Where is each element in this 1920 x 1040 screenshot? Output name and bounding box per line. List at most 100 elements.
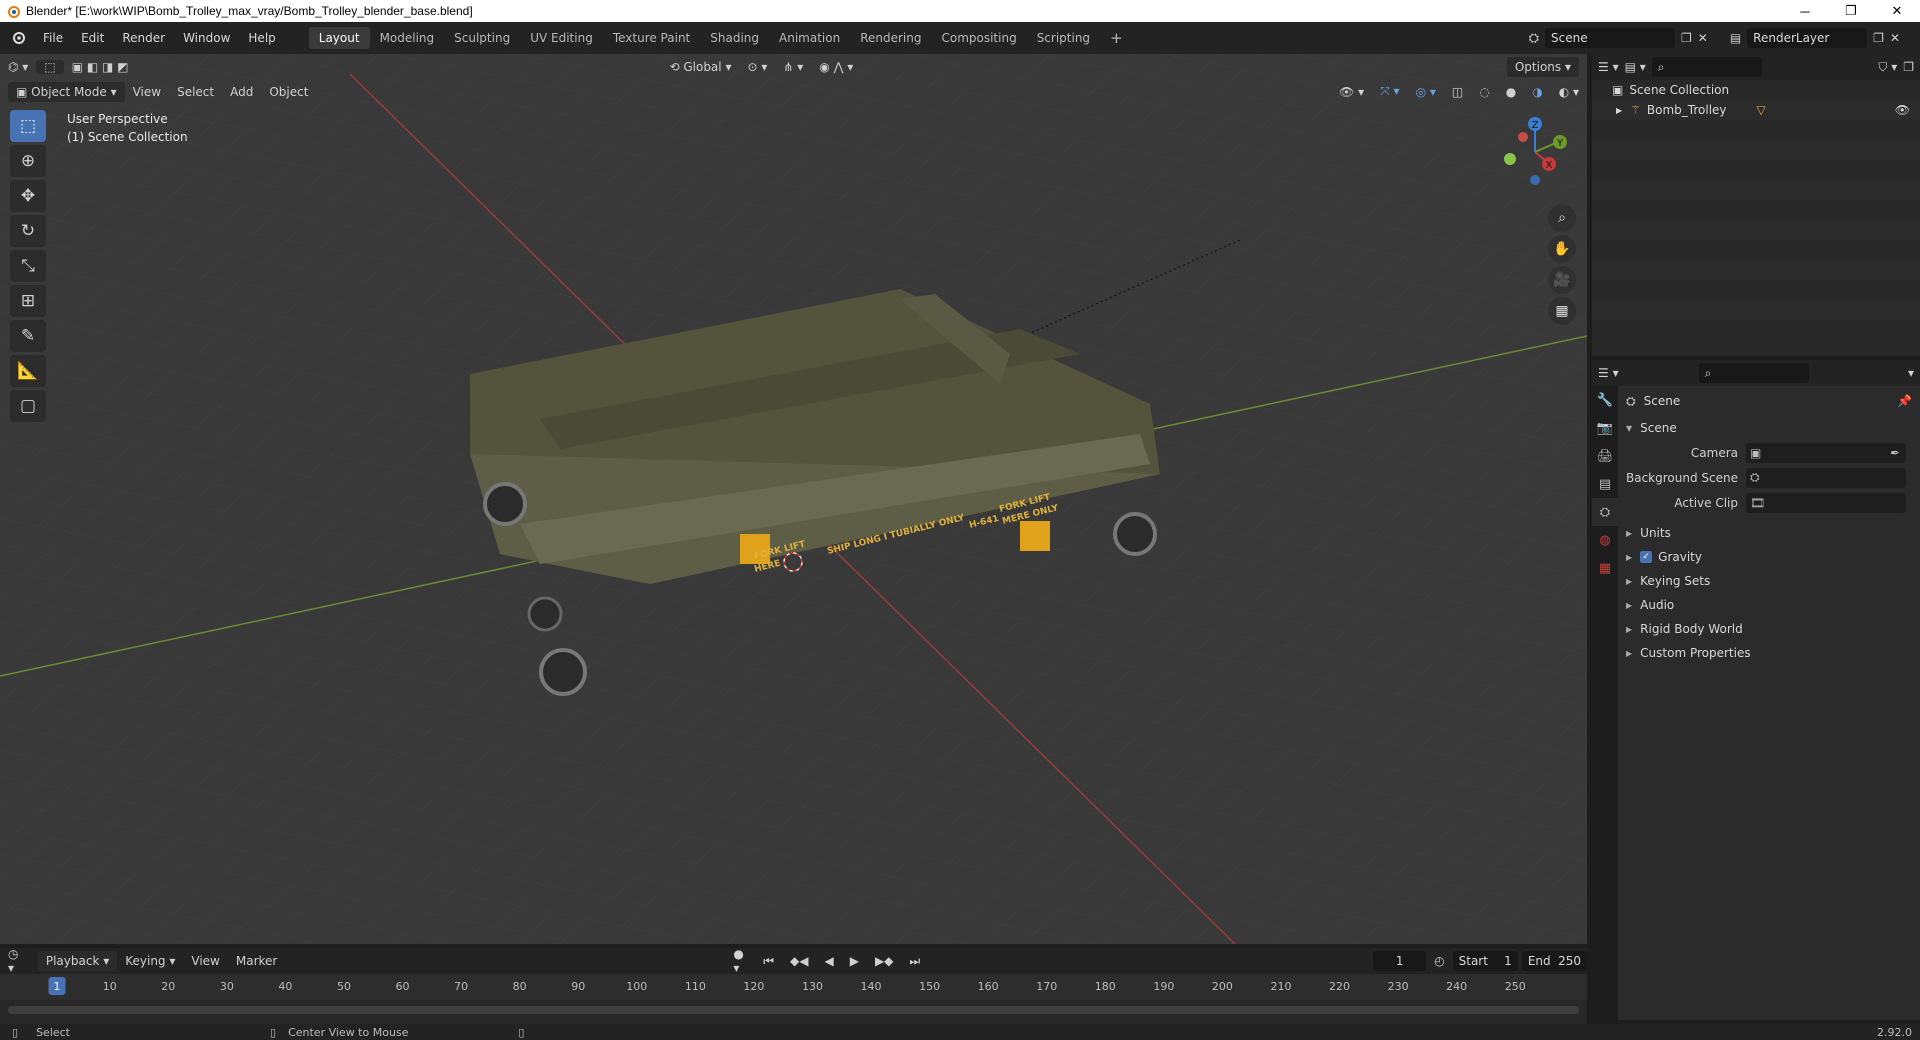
transform-tool-icon[interactable]: ⊞ bbox=[10, 285, 46, 317]
render-tab-icon[interactable]: 📷 bbox=[1592, 414, 1618, 442]
pivot-icon[interactable]: ⊙ ▾ bbox=[739, 60, 775, 74]
preview-range-icon[interactable]: ◴ bbox=[1426, 954, 1452, 968]
menu-help[interactable]: Help bbox=[239, 31, 284, 45]
world-tab-icon[interactable]: ◍ bbox=[1592, 526, 1618, 554]
new-collection-icon[interactable]: ❐ bbox=[1903, 60, 1914, 74]
tab-sculpting[interactable]: Sculpting bbox=[444, 27, 520, 49]
menu-render[interactable]: Render bbox=[113, 31, 174, 45]
timeline-ruler[interactable]: 1 10 20 30 40 50 60 70 80 90 100 110 120 130 140 150 160… bbox=[0, 974, 1587, 1000]
play-icon[interactable]: ▶ bbox=[842, 954, 867, 968]
transform-orientation-dropdown[interactable]: ⟲ Global ▾ bbox=[661, 60, 739, 74]
add-cube-tool-icon[interactable]: ▢ bbox=[10, 390, 46, 422]
filter-icon[interactable]: ⛉ ▾ bbox=[1878, 60, 1897, 75]
timeline-view-menu[interactable]: View bbox=[183, 954, 227, 968]
playback-menu[interactable]: Playback ▾ bbox=[37, 951, 118, 971]
rigid-body-world-panel-header[interactable]: ▶ Rigid Body World bbox=[1618, 617, 1920, 641]
visibility-eye-icon[interactable]: 👁 bbox=[1895, 103, 1910, 117]
move-tool-icon[interactable]: ✥ bbox=[10, 180, 46, 212]
timeline-editor-icon[interactable]: ◷ ▾ bbox=[0, 947, 30, 975]
xray-icon[interactable]: ◫ bbox=[1444, 85, 1471, 99]
prev-keyframe-icon[interactable]: ◆◀ bbox=[782, 954, 816, 968]
shading-solid-icon[interactable]: ● bbox=[1498, 85, 1524, 99]
renderlayer-selector[interactable]: RenderLayer bbox=[1747, 28, 1868, 48]
editor-type-icon[interactable]: ⌬ ▾ bbox=[0, 60, 36, 74]
tab-modeling[interactable]: Modeling bbox=[370, 27, 445, 49]
add-workspace-button[interactable]: + bbox=[1100, 25, 1133, 51]
selection-mode-icons[interactable]: ▣ ◧ ◨ ◩ bbox=[64, 60, 137, 74]
menu-add[interactable]: Add bbox=[222, 85, 261, 99]
tab-shading[interactable]: Shading bbox=[700, 27, 769, 49]
outliner-editor-icon[interactable]: ☰ ▾ bbox=[1598, 60, 1619, 74]
tab-compositing[interactable]: Compositing bbox=[931, 27, 1026, 49]
navigation-gizmo[interactable]: Z Y X bbox=[1495, 112, 1575, 192]
options-dropdown[interactable]: Options ▾ bbox=[1506, 56, 1579, 77]
keying-menu[interactable]: Keying ▾ bbox=[117, 954, 183, 968]
tool-tab-icon[interactable]: 🔧 bbox=[1592, 386, 1618, 414]
tab-scripting[interactable]: Scripting bbox=[1027, 27, 1100, 49]
blender-menu-icon[interactable] bbox=[0, 29, 34, 48]
properties-options-icon[interactable]: ▾ bbox=[1908, 366, 1914, 380]
view-layer-icon[interactable]: ▤ bbox=[1730, 31, 1741, 45]
object-mode-dropdown[interactable]: ▣ Object Mode ▾ bbox=[8, 81, 125, 102]
play-reverse-icon[interactable]: ◀ bbox=[816, 954, 841, 968]
background-scene-input[interactable]: ⛭ bbox=[1746, 467, 1906, 488]
new-scene-icon[interactable]: ❐ bbox=[1681, 31, 1692, 45]
snap-icon[interactable]: ⋔ ▾ bbox=[775, 60, 811, 74]
outliner-search-input[interactable]: ⌕ bbox=[1651, 57, 1762, 77]
marker-menu[interactable]: Marker bbox=[228, 954, 285, 968]
zoom-icon[interactable]: ⌕ bbox=[1548, 204, 1576, 232]
start-frame-input[interactable]: Start 1 bbox=[1452, 951, 1518, 971]
timeline-scrollbar[interactable] bbox=[8, 1006, 1579, 1014]
display-mode-icon[interactable]: ▤ ▾ bbox=[1625, 60, 1646, 74]
output-tab-icon[interactable]: 🖨 bbox=[1592, 442, 1618, 470]
menu-select[interactable]: Select bbox=[169, 85, 222, 99]
tab-rendering[interactable]: Rendering bbox=[850, 27, 931, 49]
menu-object[interactable]: Object bbox=[261, 85, 316, 99]
units-panel-header[interactable]: ▶ Units bbox=[1618, 521, 1920, 545]
tab-texture-paint[interactable]: Texture Paint bbox=[603, 27, 700, 49]
menu-file[interactable]: File bbox=[34, 31, 72, 45]
scene-panel-header[interactable]: ▼ Scene bbox=[1618, 416, 1920, 440]
properties-search-input[interactable]: ⌕ bbox=[1698, 363, 1809, 383]
delete-layer-icon[interactable]: ✕ bbox=[1890, 31, 1900, 45]
visibility-icon[interactable]: 👁 ▾ bbox=[1331, 85, 1372, 99]
outliner-item-bomb-trolley[interactable]: ▶ ⚚ Bomb_Trolley ▽ 👁 bbox=[1592, 100, 1920, 120]
menu-view[interactable]: View bbox=[125, 85, 169, 99]
jump-end-icon[interactable]: ⏭ bbox=[901, 954, 928, 969]
new-layer-icon[interactable]: ❐ bbox=[1873, 31, 1884, 45]
gravity-checkbox[interactable]: ✓ bbox=[1640, 551, 1653, 563]
tab-animation[interactable]: Animation bbox=[769, 27, 850, 49]
pin-icon[interactable]: 📌 bbox=[1897, 394, 1912, 408]
camera-view-icon[interactable]: 🎥 bbox=[1548, 266, 1576, 294]
shading-material-icon[interactable]: ◑ bbox=[1524, 85, 1550, 99]
measure-tool-icon[interactable]: 📐 bbox=[10, 355, 46, 387]
timeline[interactable]: ◷ ▾ Playback ▾ Keying ▾ View Marker ● ▾ … bbox=[0, 947, 1587, 1024]
end-frame-input[interactable]: End 250 bbox=[1521, 951, 1587, 971]
minimize-button[interactable]: ─ bbox=[1782, 0, 1828, 22]
bomb-trolley-model[interactable]: FORK LIFT FORK LIFT SHIP LONG I TUBIALLY… bbox=[0, 54, 1587, 944]
view-layer-tab-icon[interactable]: ▤ bbox=[1592, 470, 1618, 498]
shading-rendered-icon[interactable]: ◐ ▾ bbox=[1551, 85, 1587, 99]
scale-tool-icon[interactable]: ⤡ bbox=[10, 250, 46, 282]
close-button[interactable]: ✕ bbox=[1874, 0, 1920, 22]
audio-panel-header[interactable]: ▶ Audio bbox=[1618, 593, 1920, 617]
texture-tab-icon[interactable]: ▦ bbox=[1592, 554, 1618, 582]
gizmo-toggle-icon[interactable]: ⤧ ▾ bbox=[1372, 84, 1407, 99]
ortho-toggle-icon[interactable]: ▦ bbox=[1548, 297, 1576, 325]
tab-layout[interactable]: Layout bbox=[308, 27, 370, 49]
expand-arrow-icon[interactable]: ▶ bbox=[1616, 106, 1622, 115]
select-tool-icon[interactable]: ⬚ bbox=[36, 59, 64, 74]
record-icon[interactable]: ● ▾ bbox=[725, 947, 755, 975]
gravity-panel-header[interactable]: ▶ ✓ Gravity bbox=[1618, 545, 1920, 569]
menu-window[interactable]: Window bbox=[174, 31, 239, 45]
menu-edit[interactable]: Edit bbox=[72, 31, 113, 45]
current-frame-input[interactable]: 1 bbox=[1373, 951, 1427, 971]
annotate-tool-icon[interactable]: ✎ bbox=[10, 320, 46, 352]
scene-selector[interactable]: Scene bbox=[1545, 28, 1675, 48]
modifier-icon[interactable]: ▽ bbox=[1757, 103, 1766, 117]
properties-editor-icon[interactable]: ☰ ▾ bbox=[1598, 366, 1619, 380]
cursor-tool-icon[interactable]: ⊕ bbox=[10, 145, 46, 177]
next-keyframe-icon[interactable]: ▶◆ bbox=[867, 954, 901, 968]
proportional-edit-icon[interactable]: ◉ ⋀ ▾ bbox=[811, 60, 861, 74]
scene-tab-icon[interactable]: ⛭ bbox=[1592, 498, 1618, 526]
